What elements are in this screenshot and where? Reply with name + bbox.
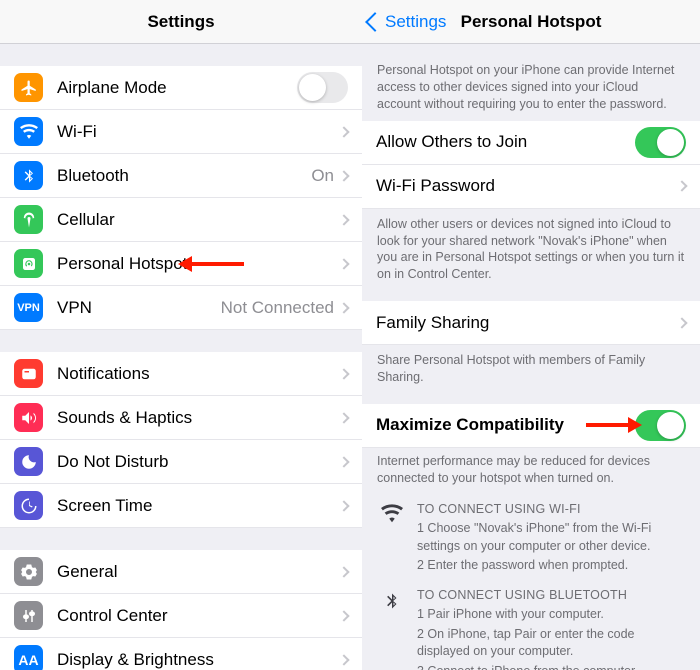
hotspot-intro: Personal Hotspot on your iPhone can prov…: [362, 44, 700, 121]
row-label: Sounds & Haptics: [57, 408, 340, 428]
settings-row-bluetooth[interactable]: BluetoothOn: [0, 154, 362, 198]
settings-title: Settings: [0, 12, 362, 32]
row-label: General: [57, 562, 340, 582]
chevron-right-icon: [338, 170, 349, 181]
row-label: Display & Brightness: [57, 650, 340, 670]
arrow-annotation-icon: [178, 256, 244, 272]
settings-row-notifications[interactable]: Notifications: [0, 352, 362, 396]
row-detail: Not Connected: [221, 298, 334, 318]
control-icon: [14, 601, 43, 630]
allow-others-label: Allow Others to Join: [376, 132, 635, 152]
hotspot-icon: [14, 249, 43, 278]
settings-row-hotspot[interactable]: Personal Hotspot: [0, 242, 362, 286]
chevron-right-icon: [338, 214, 349, 225]
family-footer: Share Personal Hotspot with members of F…: [362, 345, 700, 394]
chevron-right-icon: [338, 456, 349, 467]
maximize-compat-switch[interactable]: [635, 410, 686, 441]
chevron-right-icon: [338, 610, 349, 621]
settings-pane: Settings Airplane Mode Wi-Fi BluetoothOn Ce…: [0, 0, 362, 670]
settings-row-screentime[interactable]: Screen Time: [0, 484, 362, 528]
chevron-right-icon: [338, 258, 349, 269]
chevron-right-icon: [338, 566, 349, 577]
hotspot-pane: Settings Personal Hotspot Personal Hotsp…: [362, 0, 700, 670]
sounds-icon: [14, 403, 43, 432]
family-sharing-row[interactable]: Family Sharing: [362, 301, 700, 345]
instruction-title: TO CONNECT USING WI-FI: [417, 501, 685, 519]
instruction-step: 2 On iPhone, tap Pair or enter the code …: [417, 626, 685, 661]
general-icon: [14, 557, 43, 586]
cellular-icon: [14, 205, 43, 234]
maximize-compat-row[interactable]: Maximize Compatibility: [362, 404, 700, 448]
row-label: Cellular: [57, 210, 340, 230]
hotspot-navbar: Settings Personal Hotspot: [362, 0, 700, 44]
wifi-password-label: Wi-Fi Password: [376, 176, 678, 196]
row-label: Wi-Fi: [57, 122, 340, 142]
chevron-right-icon: [338, 302, 349, 313]
row-label: Airplane Mode: [57, 78, 297, 98]
settings-row-airplane[interactable]: Airplane Mode: [0, 66, 362, 110]
dnd-icon: [14, 447, 43, 476]
airplane-switch[interactable]: [297, 72, 348, 103]
row-label: VPN: [57, 298, 221, 318]
row-detail: On: [311, 166, 334, 186]
settings-row-vpn[interactable]: VPNVPNNot Connected: [0, 286, 362, 330]
settings-row-display[interactable]: AA Display & Brightness: [0, 638, 362, 670]
settings-row-sounds[interactable]: Sounds & Haptics: [0, 396, 362, 440]
settings-row-wifi[interactable]: Wi-Fi: [0, 110, 362, 154]
notifications-icon: [14, 359, 43, 388]
allow-footer: Allow other users or devices not signed …: [362, 209, 700, 292]
chevron-right-icon: [338, 126, 349, 137]
chevron-right-icon: [338, 368, 349, 379]
instruction-step: 3 Connect to iPhone from the computer.: [417, 663, 685, 670]
instruction-step: 2 Enter the password when prompted.: [417, 557, 685, 575]
airplane-icon: [14, 73, 43, 102]
chevron-right-icon: [676, 317, 687, 328]
settings-row-general[interactable]: General: [0, 550, 362, 594]
wifi-password-row[interactable]: Wi-Fi Password: [362, 165, 700, 209]
family-sharing-label: Family Sharing: [376, 313, 678, 333]
row-label: Do Not Disturb: [57, 452, 340, 472]
settings-navbar: Settings: [0, 0, 362, 44]
vpn-icon: VPN: [14, 293, 43, 322]
wifi-icon: [377, 501, 407, 577]
row-label: Screen Time: [57, 496, 340, 516]
allow-others-switch[interactable]: [635, 127, 686, 158]
settings-row-dnd[interactable]: Do Not Disturb: [0, 440, 362, 484]
chevron-right-icon: [338, 412, 349, 423]
settings-row-control[interactable]: Control Center: [0, 594, 362, 638]
instruction-title: TO CONNECT USING BLUETOOTH: [417, 587, 685, 605]
chevron-right-icon: [338, 500, 349, 511]
allow-others-row[interactable]: Allow Others to Join: [362, 121, 700, 165]
hotspot-title: Personal Hotspot: [362, 12, 700, 32]
row-label: Notifications: [57, 364, 340, 384]
bluetooth-icon: [377, 587, 407, 670]
screentime-icon: [14, 491, 43, 520]
chevron-right-icon: [676, 180, 687, 191]
settings-row-cellular[interactable]: Cellular: [0, 198, 362, 242]
wifi-icon: [14, 117, 43, 146]
arrow-annotation-icon: [586, 417, 642, 433]
chevron-right-icon: [338, 654, 349, 665]
bluetooth-icon: [14, 161, 43, 190]
instruction-bluetooth: TO CONNECT USING BLUETOOTH1 Pair iPhone …: [362, 581, 700, 670]
instruction-wifi: TO CONNECT USING WI-FI1 Choose "Novak's …: [362, 495, 700, 581]
row-label: Bluetooth: [57, 166, 311, 186]
instruction-step: 1 Pair iPhone with your computer.: [417, 606, 685, 624]
row-label: Control Center: [57, 606, 340, 626]
instruction-step: 1 Choose "Novak's iPhone" from the Wi-Fi…: [417, 520, 685, 555]
maxcomp-footer: Internet performance may be reduced for …: [362, 448, 700, 495]
display-icon: AA: [14, 645, 43, 670]
